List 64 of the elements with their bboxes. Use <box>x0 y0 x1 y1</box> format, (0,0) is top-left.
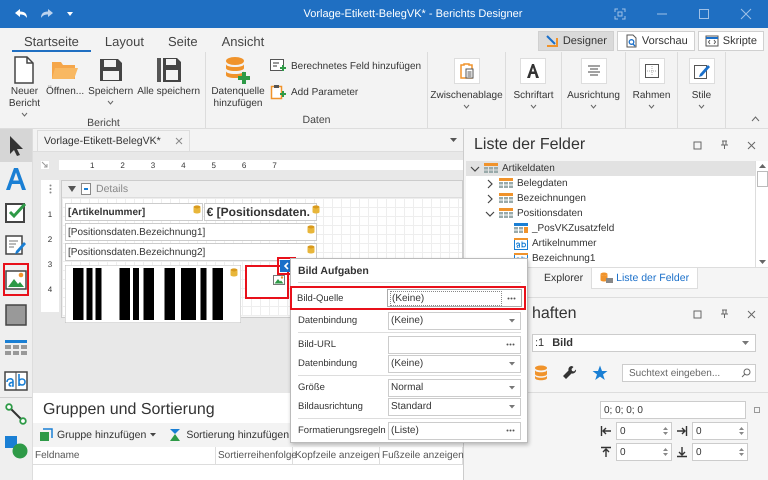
ribbon-button[interactable]: Speichern <box>87 54 134 117</box>
ribbon-button[interactable]: Öffnen... <box>44 54 86 117</box>
property-label: Bild-URL <box>298 339 338 350</box>
panel-tab[interactable]: Explorer <box>536 268 592 288</box>
ribbon-button[interactable]: Add Parameter <box>268 80 424 104</box>
ribbon-button[interactable]: Neuer Bericht <box>6 54 43 117</box>
ribbon-button[interactable]: Schriftart <box>512 54 554 128</box>
property-label: Bildausrichtung <box>298 401 364 412</box>
panel-title: haften <box>532 305 578 323</box>
report-field[interactable]: [Artikelnummer] <box>65 203 203 221</box>
view-button[interactable]: Skripte <box>698 31 764 51</box>
tree-item[interactable]: Bezeichnungen <box>466 191 755 206</box>
ribbon-tab[interactable]: Layout <box>92 31 156 52</box>
toolbar-button[interactable]: Gruppe hinzufügen <box>39 428 156 442</box>
ribbon-button[interactable]: Rahmen <box>632 54 672 128</box>
horizontal-ruler: 1 2 3 4 5 6 7 <box>59 160 463 170</box>
search-field[interactable]: Suchtext eingeben... <box>622 364 756 382</box>
property-label: Datenbindung <box>298 358 358 369</box>
panel-tab[interactable]: Liste der Felder <box>591 268 698 289</box>
column-header[interactable]: Fußzeile anzeigen <box>380 447 463 464</box>
spin-field[interactable]: 0 <box>692 443 748 461</box>
dropdown[interactable]: Normal <box>388 378 521 396</box>
report-field[interactable]: [Positionsdaten.Bezeichnung1] <box>65 223 317 241</box>
report-field[interactable]: € [Positionsdaten. <box>204 203 317 221</box>
view-button[interactable]: Vorschau <box>616 31 695 51</box>
property-label: Bild-Quelle <box>297 292 344 304</box>
ribbon-tab[interactable]: Ansicht <box>210 31 276 52</box>
report-field[interactable]: [Positionsdaten.Bezeichnung2] <box>65 243 317 261</box>
view-button[interactable]: Designer <box>538 31 614 51</box>
ribbon-button[interactable]: Zwischenablage <box>429 54 504 128</box>
tree-item[interactable]: _PosVKZusatzfeld <box>466 221 755 236</box>
vertical-ruler: 1 2 3 4 <box>41 180 59 312</box>
padding-field[interactable]: 0; 0; 0; 0 <box>600 401 746 419</box>
panel-title: Liste der Felder <box>474 136 586 154</box>
dropdown[interactable]: (Keine) <box>388 354 521 372</box>
group-label: Daten <box>301 114 332 128</box>
ribbon-tab[interactable]: Seite <box>156 31 210 52</box>
input-field[interactable]: (Keine) <box>387 289 522 307</box>
dropdown[interactable]: Standard <box>388 398 521 416</box>
popup-title: Bild Aufgaben <box>298 264 370 279</box>
property-label: Datenbindung <box>298 315 358 326</box>
ribbon-button[interactable]: Stile <box>688 54 716 128</box>
ribbon-tab[interactable]: Startseite <box>12 31 91 52</box>
ribbon-button[interactable]: Alle speichern <box>136 54 201 117</box>
group-label: Bericht <box>86 117 121 131</box>
tree-item[interactable]: Artikelnummer <box>466 236 755 251</box>
property-label: Formatierungsregeln <box>298 425 386 436</box>
ribbon-button[interactable]: Berechnetes Feld hinzufügen <box>268 54 424 78</box>
column-header[interactable]: Feldname <box>33 447 216 464</box>
dropdown[interactable]: (Keine) <box>388 312 521 330</box>
ribbon-button[interactable]: Datenquelle hinzufügen <box>210 54 266 110</box>
input-field[interactable]: (Liste) <box>388 422 521 440</box>
object-selector[interactable]: :1 Bild <box>532 334 756 352</box>
spin-field[interactable]: 0 <box>616 443 672 461</box>
document-tab[interactable]: Vorlage-Etikett-BelegVK* <box>37 130 190 151</box>
spin-field[interactable]: 0 <box>692 422 748 440</box>
property-label: Größe <box>298 382 326 393</box>
tree-item[interactable]: Artikeldaten <box>466 161 755 176</box>
tree-item[interactable]: Positionsdaten <box>466 206 755 221</box>
ribbon-button[interactable]: Ausrichtung <box>566 54 621 128</box>
spin-field[interactable]: 0 <box>616 422 672 440</box>
panel-title: Gruppen und Sortierung <box>42 400 216 420</box>
window-title: Vorlage-Etikett-BelegVK* - Berichts Designer <box>302 8 524 20</box>
tree-item[interactable]: Belegdaten <box>466 176 755 191</box>
